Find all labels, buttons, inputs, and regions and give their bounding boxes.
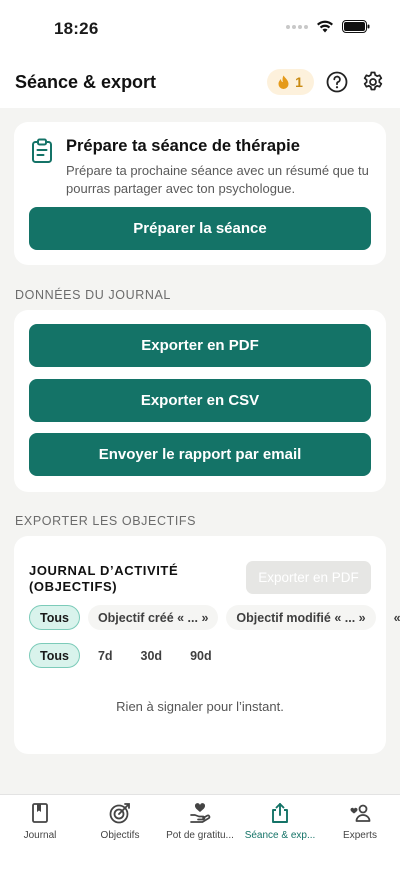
tab-experts[interactable]: Experts — [320, 801, 400, 851]
clipboard-icon — [32, 138, 52, 163]
signal-icon — [286, 24, 308, 29]
wifi-icon — [317, 20, 333, 33]
therapy-card: Prépare ta séance de thérapie Prépare ta… — [14, 122, 386, 265]
tab-session-export-label: Séance & exp... — [244, 830, 316, 841]
flame-icon — [278, 75, 289, 89]
people-icon — [350, 804, 371, 822]
journal-export-card: Exporter en PDF Exporter en CSV Envoyer … — [14, 310, 386, 492]
share-icon — [272, 803, 288, 823]
tab-journal[interactable]: Journal — [0, 801, 80, 851]
period-chip-90d[interactable]: 90d — [180, 643, 222, 668]
app-header: Séance & export 1 — [0, 56, 400, 108]
status-bar: 18:26 — [0, 0, 400, 56]
heart-hand-icon — [190, 803, 211, 823]
export-csv-button[interactable]: Exporter en CSV — [29, 379, 371, 422]
filter-chip-objective-modified[interactable]: Objectif modifié « ... » — [226, 605, 376, 630]
bottom-tab-bar: Journal Objectifs Pot de gratitu... Séan… — [0, 794, 400, 869]
filter-chip-all-types[interactable]: Tous — [29, 605, 80, 630]
book-icon — [32, 803, 48, 823]
journal-section-label: DONNÉES DU JOURNAL — [15, 288, 171, 302]
tab-journal-label: Journal — [23, 830, 57, 841]
tab-session-export[interactable]: Séance & exp... — [240, 801, 320, 851]
period-chip-30d[interactable]: 30d — [131, 643, 173, 668]
status-time: 18:26 — [54, 19, 99, 38]
tab-gratitude-label: Pot de gratitu... — [166, 830, 234, 841]
activity-log-title: JOURNAL D’ACTIVITÉ (OBJECTIFS) — [29, 563, 179, 594]
type-filter-row: Tous Objectif créé « ... » Objectif modi… — [29, 605, 400, 630]
tab-gratitude-jar[interactable]: Pot de gratitu... — [160, 801, 240, 851]
therapy-card-title: Prépare ta séance de thérapie — [66, 137, 300, 155]
period-chip-all[interactable]: Tous — [29, 643, 80, 668]
tab-experts-label: Experts — [343, 830, 377, 841]
battery-icon — [342, 20, 370, 33]
tab-objectives-label: Objectifs — [100, 830, 140, 841]
empty-state-message: Rien à signaler pour l’instant. — [116, 699, 284, 714]
objectives-export-card: JOURNAL D’ACTIVITÉ (OBJECTIFS) Exporter … — [14, 536, 400, 754]
page-title: Séance & export — [15, 72, 157, 92]
period-filter-row: Tous 7d 30d 90d — [29, 643, 230, 668]
target-icon — [109, 803, 130, 824]
status-indicators — [286, 20, 370, 33]
objectives-section-label: EXPORTER LES OBJECTIFS — [15, 514, 197, 528]
export-pdf-button[interactable]: Exporter en PDF — [29, 324, 371, 367]
gear-icon[interactable] — [361, 70, 385, 94]
filter-chip-objective-created[interactable]: Objectif créé « ... » — [87, 605, 219, 630]
filter-chip-more[interactable]: « — [384, 605, 400, 630]
streak-count: 1 — [295, 74, 303, 90]
help-icon[interactable] — [325, 70, 349, 94]
therapy-card-description: Prépare ta prochaine séance avec un résu… — [66, 163, 369, 196]
period-chip-7d[interactable]: 7d — [88, 643, 123, 668]
export-objectives-pdf-button[interactable]: Exporter en PDF — [246, 561, 371, 594]
email-report-button[interactable]: Envoyer le rapport par email — [29, 433, 371, 476]
prepare-session-button[interactable]: Préparer la séance — [29, 207, 371, 250]
streak-badge[interactable]: 1 — [267, 69, 314, 95]
tab-objectives[interactable]: Objectifs — [80, 801, 160, 851]
